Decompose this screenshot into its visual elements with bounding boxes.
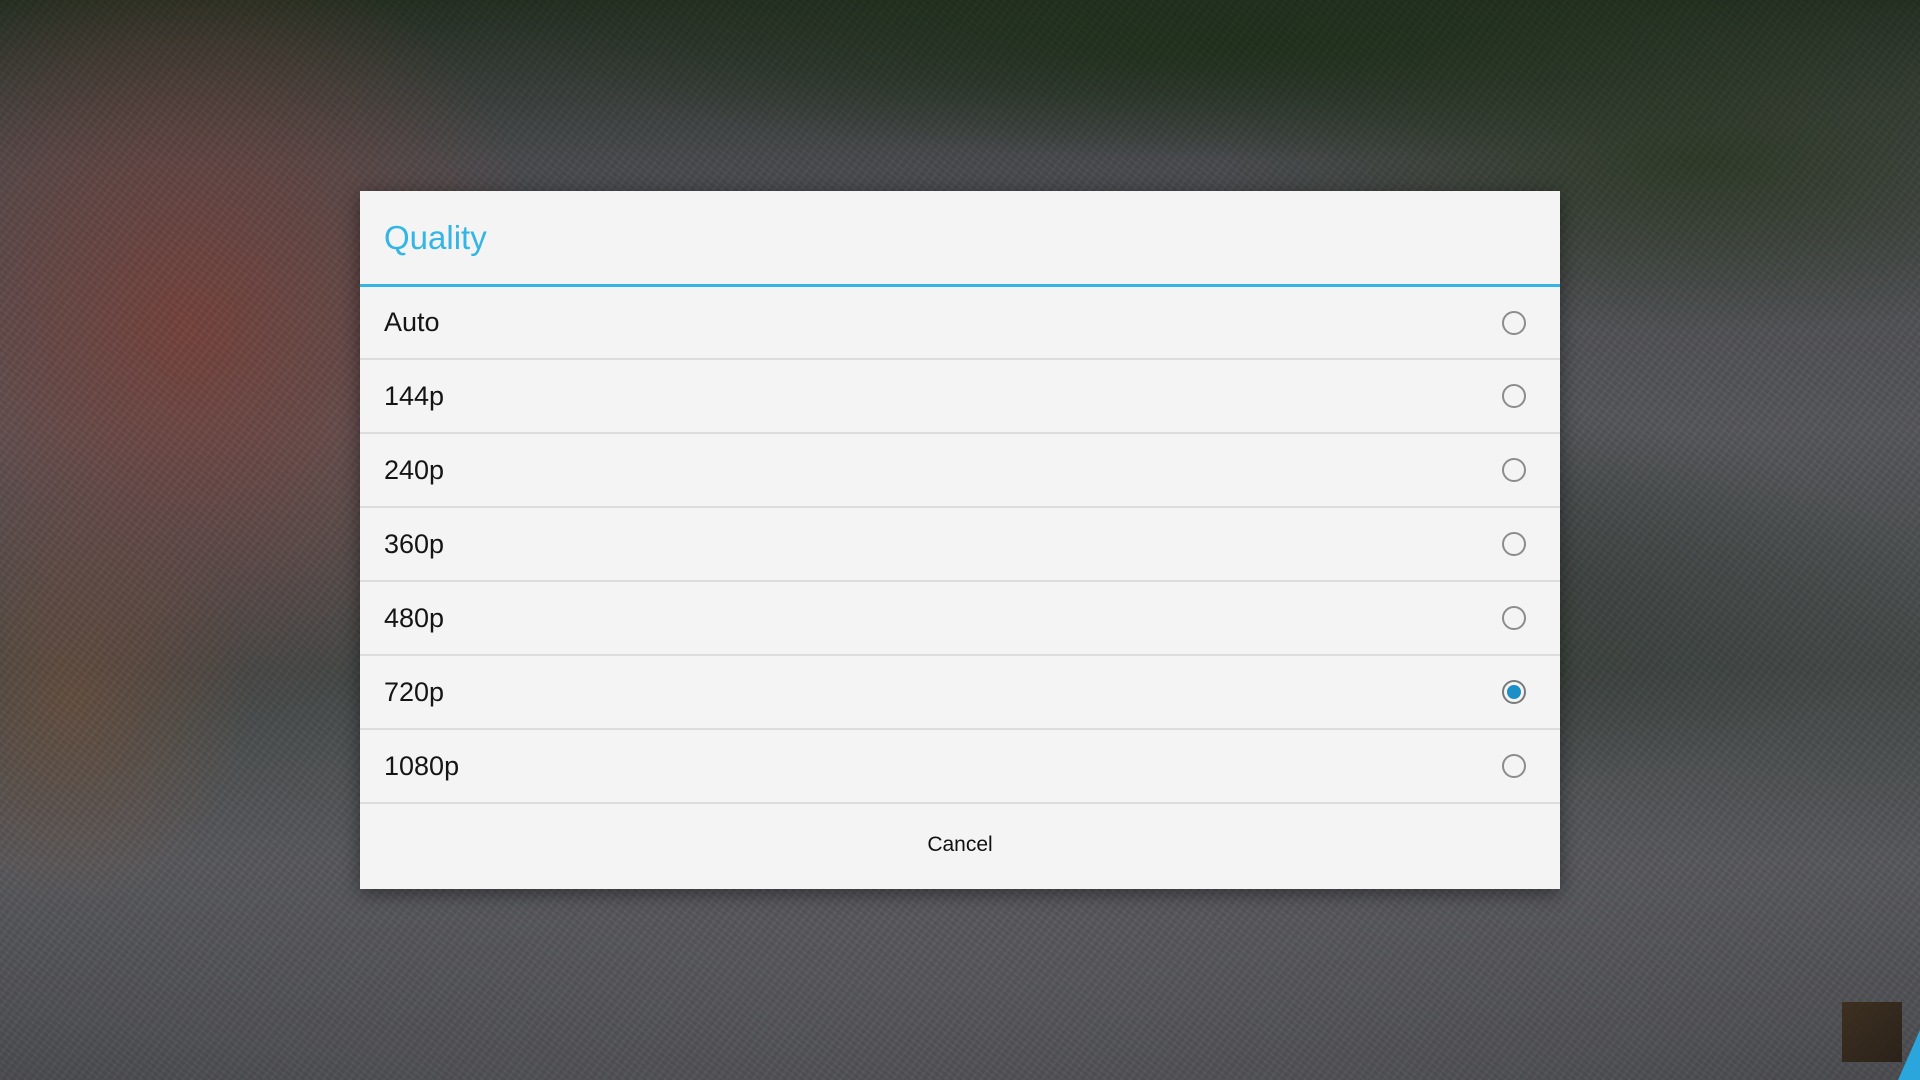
radio-button[interactable] (1502, 458, 1526, 482)
radio-button[interactable] (1502, 606, 1526, 630)
dialog-header: Quality (360, 191, 1560, 287)
option-label: 1080p (384, 750, 460, 781)
option-480p[interactable]: 480p (360, 582, 1560, 656)
option-1080p[interactable]: 1080p (360, 730, 1560, 804)
radio-button[interactable] (1502, 384, 1526, 408)
video-player-screen: Quality Auto 144p 240p 360p 480p 720p 10… (0, 0, 1920, 1080)
dialog-footer: Cancel (360, 804, 1560, 885)
option-360p[interactable]: 360p (360, 508, 1560, 582)
option-144p[interactable]: 144p (360, 360, 1560, 434)
cancel-button[interactable]: Cancel (897, 823, 1022, 867)
option-720p[interactable]: 720p (360, 656, 1560, 730)
option-label: 144p (384, 380, 445, 411)
option-auto[interactable]: Auto (360, 287, 1560, 360)
option-label: 360p (384, 528, 445, 559)
option-240p[interactable]: 240p (360, 434, 1560, 508)
option-label: 240p (384, 454, 445, 485)
option-label: 720p (384, 676, 445, 707)
radio-button[interactable] (1502, 754, 1526, 778)
radio-button[interactable] (1502, 310, 1526, 335)
quality-options-list: Auto 144p 240p 360p 480p 720p 1080p (360, 287, 1560, 804)
thumbnail-image (1842, 1002, 1902, 1062)
pointer-icon (1898, 1030, 1920, 1080)
dialog-title: Quality (384, 218, 487, 256)
quality-dialog: Quality Auto 144p 240p 360p 480p 720p 10… (360, 191, 1560, 889)
radio-button[interactable] (1502, 680, 1526, 704)
option-label: 480p (384, 602, 445, 633)
radio-button[interactable] (1502, 532, 1526, 556)
option-label: Auto (384, 307, 440, 337)
